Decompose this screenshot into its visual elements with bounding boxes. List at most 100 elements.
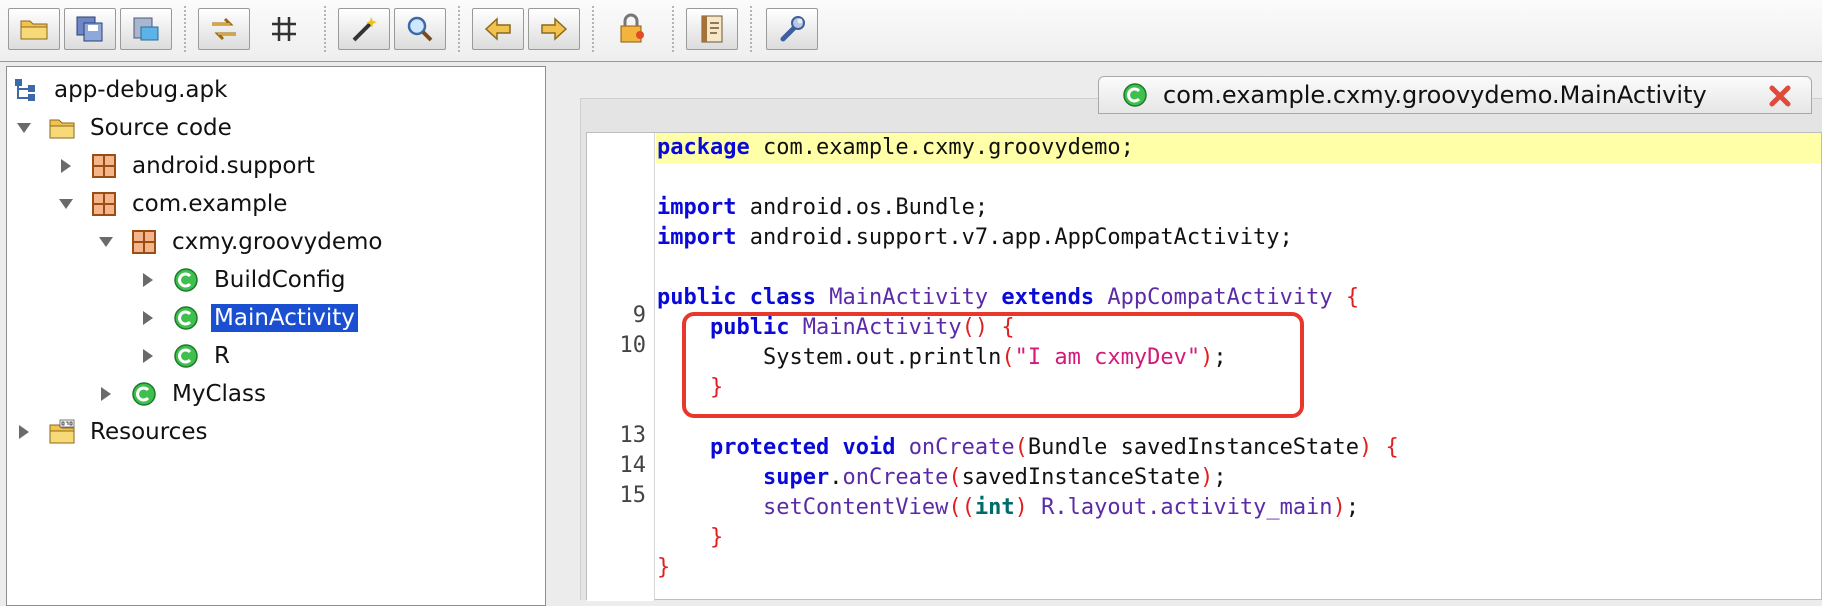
class-icon — [129, 379, 159, 409]
folder-icon — [47, 113, 77, 143]
tree-item-source-code[interactable]: Source code — [13, 111, 235, 145]
keyword: import — [657, 195, 737, 220]
brace: { — [1345, 285, 1360, 310]
resources-folder-icon — [47, 417, 77, 447]
keyword: void — [842, 435, 896, 460]
expanded-arrow-icon[interactable] — [13, 117, 35, 139]
toolbar-separator — [750, 6, 752, 52]
tree-item-myclass[interactable]: MyClass — [95, 377, 269, 411]
code-line: public class MainActivity extends AppCom… — [656, 283, 1821, 313]
tree-item-label: Source code — [90, 115, 232, 141]
brace: } — [657, 555, 671, 580]
collapsed-arrow-icon[interactable] — [55, 155, 77, 177]
forward-button[interactable] — [528, 8, 580, 50]
keyword: package — [657, 135, 750, 160]
tree-item-mainactivity[interactable]: MainActivity — [137, 301, 358, 335]
tree-item-resources[interactable]: Resources — [13, 415, 210, 449]
class-icon — [171, 341, 201, 371]
tree-item-com-example[interactable]: com.example — [55, 187, 290, 221]
code-token: android.os.Bundle; — [736, 195, 989, 220]
editor-tab-mainactivity[interactable]: com.example.cxmy.groovydemo.MainActivity — [1098, 76, 1812, 114]
type-name: MainActivity — [829, 285, 989, 310]
log-viewer-button[interactable] — [686, 8, 738, 50]
collapsed-arrow-icon[interactable] — [137, 269, 159, 291]
tree-item-android-support[interactable]: android.support — [55, 149, 318, 183]
tree-item-label: MyClass — [172, 381, 266, 407]
package-icon — [89, 189, 119, 219]
code-token: savedInstanceState — [961, 465, 1201, 490]
save-all-button[interactable] — [64, 8, 116, 50]
code-line: import android.os.Bundle; — [656, 193, 1821, 223]
project-tree[interactable]: app-debug.apk Source code android.suppor… — [6, 66, 546, 606]
brace: } — [709, 525, 724, 550]
code-token: Bundle savedInstanceState — [1027, 435, 1360, 460]
line-number: 14 — [619, 453, 647, 478]
preferences-button[interactable] — [766, 8, 818, 50]
tree-item-label: BuildConfig — [214, 267, 346, 293]
brace: ) — [1200, 465, 1214, 490]
collapsed-arrow-icon[interactable] — [95, 383, 117, 405]
back-button[interactable] — [472, 8, 524, 50]
apk-root-icon — [11, 75, 41, 105]
code-line: } — [656, 523, 1821, 553]
collapsed-arrow-icon[interactable] — [137, 345, 159, 367]
magic-wand-icon — [352, 17, 377, 42]
brace: ( — [948, 465, 962, 490]
line-number-gutter: 9 10 13 14 15 — [587, 133, 655, 601]
sync-arrows-icon — [212, 17, 236, 41]
method-name: setContentView — [762, 495, 949, 520]
expanded-arrow-icon[interactable] — [95, 231, 117, 253]
log-document-icon — [701, 15, 723, 43]
line-number: 13 — [619, 423, 647, 448]
line-number: 10 — [619, 333, 647, 358]
tree-item-app-debug-apk[interactable]: app-debug.apk — [11, 73, 230, 107]
line-number: 15 — [619, 483, 647, 508]
tree-item-label: cxmy.groovydemo — [172, 229, 383, 255]
search-button[interactable] — [394, 8, 446, 50]
tree-item-cxmy-groovydemo[interactable]: cxmy.groovydemo — [95, 225, 385, 259]
arrow-right-icon — [541, 17, 568, 41]
brace: ( — [948, 495, 962, 520]
tree-item-label: R — [214, 343, 230, 369]
toolbar-separator — [672, 6, 674, 52]
flatten-packages-button[interactable] — [258, 8, 310, 50]
type-name: AppCompatActivity — [1107, 285, 1333, 310]
toolbar-separator — [324, 6, 326, 52]
keyword: super — [762, 465, 830, 490]
tree-item-label: com.example — [132, 191, 288, 217]
export-disk-icon — [133, 17, 159, 41]
code-token: ; — [1345, 495, 1360, 520]
open-file-button[interactable] — [8, 8, 60, 50]
brace: ( — [961, 495, 975, 520]
code-token: ; — [1213, 465, 1227, 490]
code-token: com.example.cxmy.groovydemo; — [749, 135, 1134, 160]
expanded-arrow-icon[interactable] — [55, 193, 77, 215]
lock-icon — [620, 13, 644, 43]
grid-package-icon — [272, 17, 296, 41]
brace: { — [1385, 435, 1399, 460]
collapsed-arrow-icon[interactable] — [137, 307, 159, 329]
code-token: . — [829, 465, 843, 490]
toolbar-separator — [458, 6, 460, 52]
tree-item-r[interactable]: R — [137, 339, 233, 373]
class-icon — [171, 265, 201, 295]
export-button[interactable] — [120, 8, 172, 50]
tab-title: com.example.cxmy.groovydemo.MainActivity — [1163, 81, 1707, 109]
deobfuscation-button[interactable] — [606, 8, 658, 50]
sync-button[interactable] — [198, 8, 250, 50]
collapsed-arrow-icon[interactable] — [13, 421, 35, 443]
decompile-button[interactable] — [338, 8, 390, 50]
keyword: class — [749, 285, 816, 310]
toolbar-separator — [592, 6, 594, 52]
close-icon[interactable] — [1765, 81, 1795, 111]
code-line: import android.support.v7.app.AppCompatA… — [656, 223, 1821, 253]
brace: ( — [1014, 435, 1028, 460]
tree-item-buildconfig[interactable]: BuildConfig — [137, 263, 349, 297]
class-icon — [171, 303, 201, 333]
